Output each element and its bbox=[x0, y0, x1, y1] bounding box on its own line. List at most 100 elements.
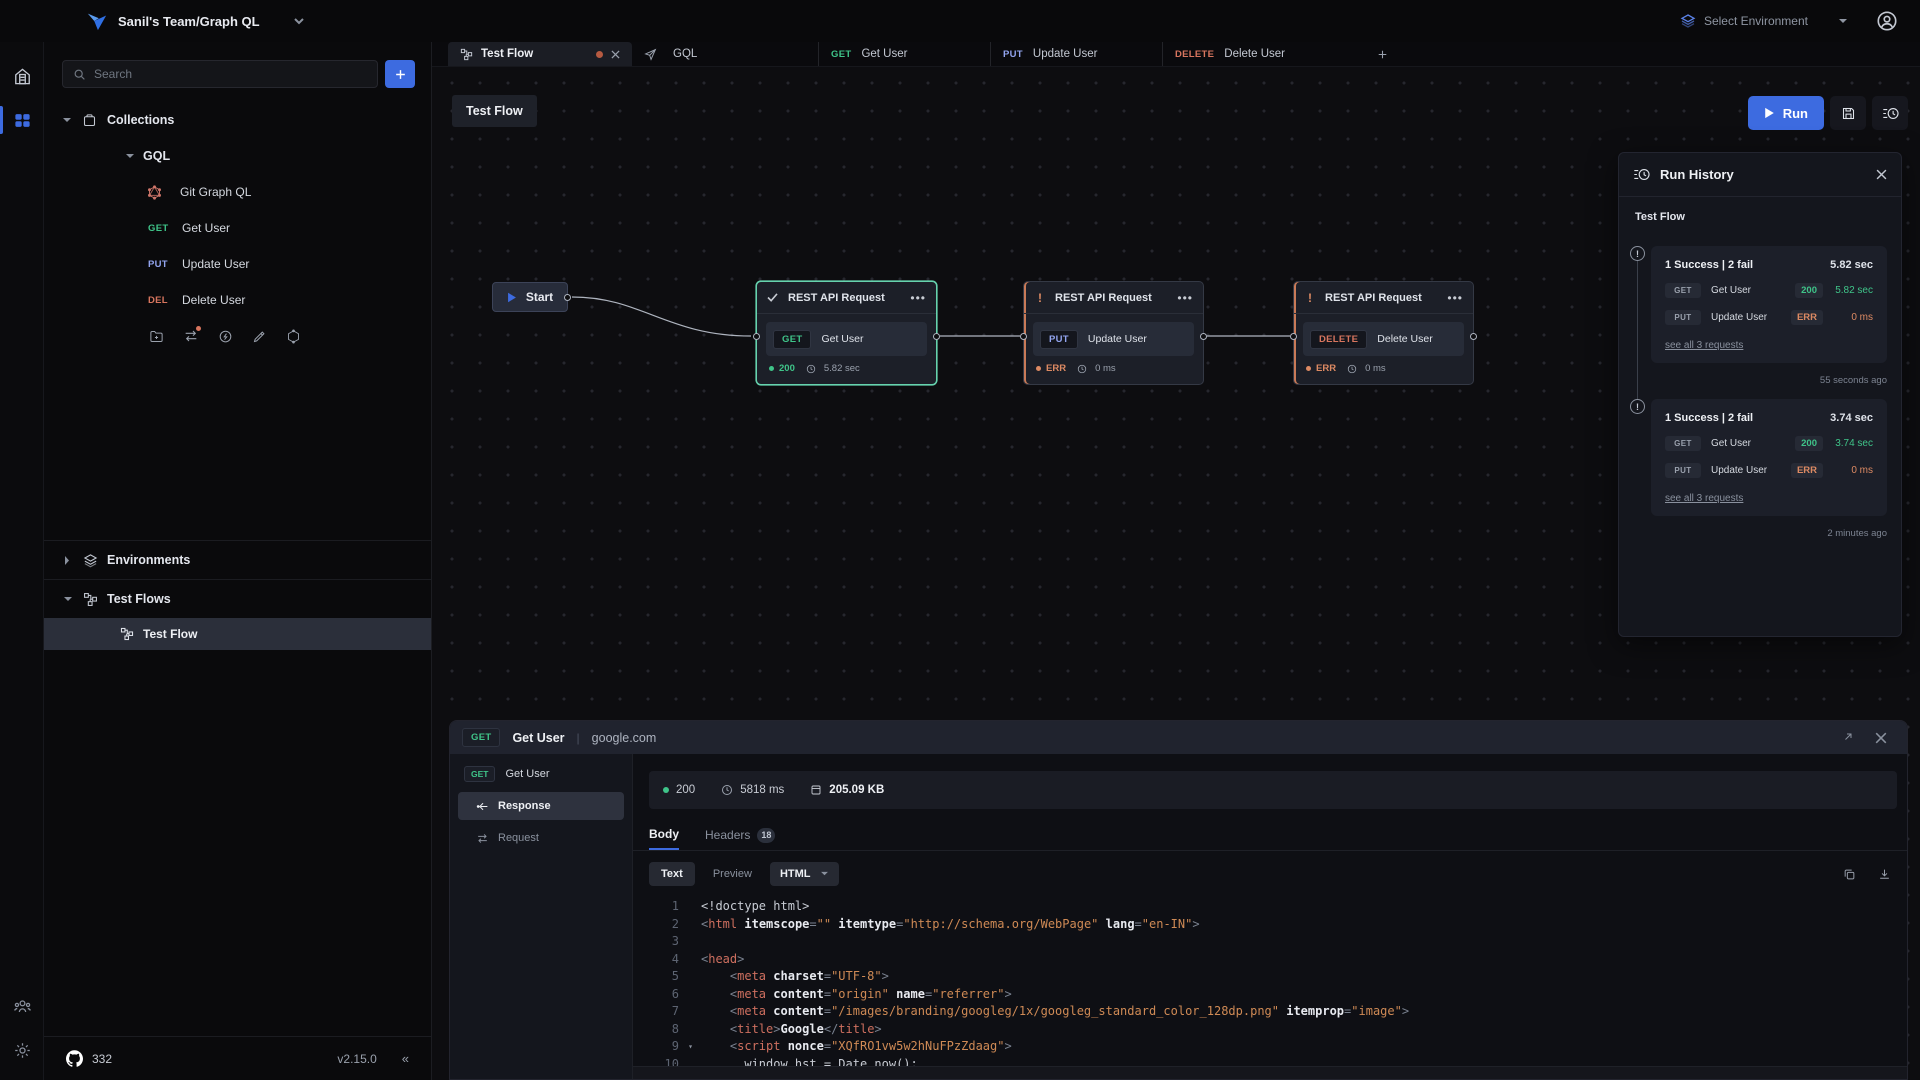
output-port[interactable] bbox=[564, 294, 571, 301]
status-code: ERR bbox=[1046, 363, 1066, 374]
node-menu-icon[interactable]: ••• bbox=[910, 291, 926, 305]
close-icon[interactable] bbox=[1876, 169, 1887, 180]
dashboard-icon[interactable] bbox=[0, 98, 44, 142]
workspace-switcher[interactable]: Sanil's Team/Graph QL bbox=[86, 10, 304, 32]
swap-arrows-icon bbox=[476, 832, 489, 845]
history-icon bbox=[1633, 167, 1650, 182]
nav-item-request[interactable]: Request bbox=[458, 824, 624, 852]
node-menu-icon[interactable]: ••• bbox=[1447, 291, 1463, 305]
sidebar-item-test-flow[interactable]: Test Flow bbox=[44, 618, 431, 650]
method-tag: GET bbox=[148, 223, 182, 234]
close-icon[interactable] bbox=[1875, 732, 1887, 744]
input-port[interactable] bbox=[753, 333, 760, 340]
node-rest-delete[interactable]: ! REST API Request ••• DELETE Delete Use… bbox=[1293, 281, 1474, 385]
run-history-button[interactable] bbox=[1872, 96, 1908, 130]
add-button[interactable] bbox=[385, 60, 415, 88]
sidebar-section-environments[interactable]: Environments bbox=[44, 541, 431, 579]
close-icon[interactable] bbox=[611, 50, 620, 59]
copy-icon[interactable] bbox=[1843, 868, 1856, 881]
node-menu-icon[interactable]: ••• bbox=[1177, 291, 1193, 305]
home-icon[interactable] bbox=[0, 54, 44, 98]
environment-selector[interactable]: Select Environment bbox=[1680, 13, 1848, 29]
flow-canvas[interactable]: Test Flow Run bbox=[432, 67, 1920, 1080]
start-node[interactable]: Start bbox=[492, 282, 568, 312]
sidebar-section-test-flows[interactable]: Test Flows bbox=[44, 580, 431, 618]
tab-delete-user[interactable]: DELETE Delete User bbox=[1162, 42, 1334, 66]
duration: 5.82 sec bbox=[1823, 285, 1873, 296]
save-button[interactable] bbox=[1830, 96, 1866, 130]
code-editor[interactable]: 1<!doctype html>2<html itemscope="" item… bbox=[633, 898, 1907, 1066]
node-request[interactable]: DELETE Delete User bbox=[1303, 322, 1464, 356]
sidebar-item-collections[interactable]: Collections bbox=[44, 102, 431, 138]
new-folder-icon[interactable] bbox=[149, 329, 164, 344]
edit-pen-icon[interactable] bbox=[252, 329, 267, 344]
run-button[interactable]: Run bbox=[1748, 96, 1824, 130]
format-select[interactable]: HTML bbox=[770, 862, 840, 886]
run-card[interactable]: 1 Success | 2 fail 3.74 sec GET Get User… bbox=[1651, 399, 1887, 516]
view-text-button[interactable]: Text bbox=[649, 862, 695, 886]
size-icon bbox=[810, 784, 822, 796]
user-avatar-icon[interactable] bbox=[1876, 10, 1898, 32]
app-root: Sanil's Team/Graph QL Select Environment bbox=[0, 0, 1920, 1080]
nav-label: Request bbox=[498, 832, 539, 844]
search-box[interactable] bbox=[62, 60, 378, 88]
chevron-down-icon[interactable] bbox=[294, 18, 304, 25]
view-preview-button[interactable]: Preview bbox=[713, 868, 752, 880]
nav-request-header[interactable]: GET Get User bbox=[450, 760, 632, 788]
node-rest-put[interactable]: ! REST API Request ••• PUT Update User E… bbox=[1023, 281, 1204, 385]
github-star-count: 332 bbox=[92, 1052, 112, 1066]
expand-icon[interactable] bbox=[1841, 732, 1853, 744]
code-line: 7 <meta content="/images/branding/google… bbox=[633, 1003, 1907, 1021]
output-port[interactable] bbox=[1470, 333, 1477, 340]
request-name: Get User bbox=[512, 731, 564, 745]
sidebar-group-gql[interactable]: GQL bbox=[44, 138, 431, 174]
graphql-small-icon[interactable] bbox=[286, 329, 301, 344]
collapse-sidebar-button[interactable]: « bbox=[402, 1051, 409, 1066]
error-exclamation-icon: ! bbox=[1034, 291, 1046, 305]
github-icon[interactable] bbox=[66, 1050, 83, 1067]
nav-item-response[interactable]: Response bbox=[458, 792, 624, 820]
node-request[interactable]: GET Get User bbox=[766, 322, 927, 356]
community-icon[interactable] bbox=[0, 984, 44, 1028]
status-circle-icon[interactable] bbox=[218, 329, 233, 344]
see-all-requests-link[interactable]: see all 3 requests bbox=[1665, 340, 1743, 351]
tab-headers[interactable]: Headers 18 bbox=[705, 820, 775, 850]
new-tab-button[interactable] bbox=[1362, 42, 1403, 66]
method-tag: DEL bbox=[148, 295, 182, 306]
send-icon bbox=[644, 48, 657, 61]
sidebar-item-get-user[interactable]: GET Get User bbox=[44, 210, 431, 246]
sidebar-item-git-graph-ql[interactable]: Git Graph QL bbox=[44, 174, 431, 210]
see-all-requests-link[interactable]: see all 3 requests bbox=[1665, 493, 1743, 504]
output-port[interactable] bbox=[933, 333, 940, 340]
flow-icon bbox=[120, 627, 134, 641]
input-port[interactable] bbox=[1290, 333, 1297, 340]
duration: 0 ms bbox=[1365, 363, 1386, 374]
settings-gear-icon[interactable] bbox=[0, 1028, 44, 1072]
input-port[interactable] bbox=[1020, 333, 1027, 340]
unsaved-dot bbox=[596, 51, 603, 58]
request-name: Get User bbox=[821, 333, 863, 345]
run-card[interactable]: 1 Success | 2 fail 5.82 sec GET Get User… bbox=[1651, 246, 1887, 363]
sync-icon[interactable] bbox=[183, 329, 199, 343]
search-input[interactable] bbox=[94, 67, 367, 81]
tab-get-user[interactable]: GET Get User bbox=[818, 42, 990, 66]
method-chip: PUT bbox=[1040, 330, 1078, 349]
sidebar-item-update-user[interactable]: PUT Update User bbox=[44, 246, 431, 282]
node-rest-get[interactable]: REST API Request ••• GET Get User 200 5.… bbox=[756, 281, 937, 385]
sidebar-item-delete-user[interactable]: DEL Delete User bbox=[44, 282, 431, 318]
output-port[interactable] bbox=[1200, 333, 1207, 340]
tab-body[interactable]: Body bbox=[649, 820, 679, 850]
method-tag: PUT bbox=[148, 259, 182, 270]
status-code: 200 bbox=[779, 363, 795, 374]
code-scrollbar-track[interactable] bbox=[633, 1066, 1907, 1079]
tab-update-user[interactable]: PUT Update User bbox=[990, 42, 1162, 66]
main-area: Test Flow GQL GET Get User PUT Update Us… bbox=[432, 42, 1920, 1080]
sidebar: Collections GQL Git Graph QL GET Get Use… bbox=[44, 42, 432, 1080]
request-name: Get User bbox=[505, 768, 549, 780]
tab-test-flow[interactable]: Test Flow bbox=[448, 42, 632, 66]
tab-gql[interactable]: GQL bbox=[632, 42, 818, 66]
clock-icon bbox=[806, 364, 816, 374]
node-request[interactable]: PUT Update User bbox=[1033, 322, 1194, 356]
run-history-panel: Run History Test Flow ! ! 1 Success | 2 … bbox=[1618, 152, 1902, 637]
download-icon[interactable] bbox=[1878, 868, 1891, 881]
